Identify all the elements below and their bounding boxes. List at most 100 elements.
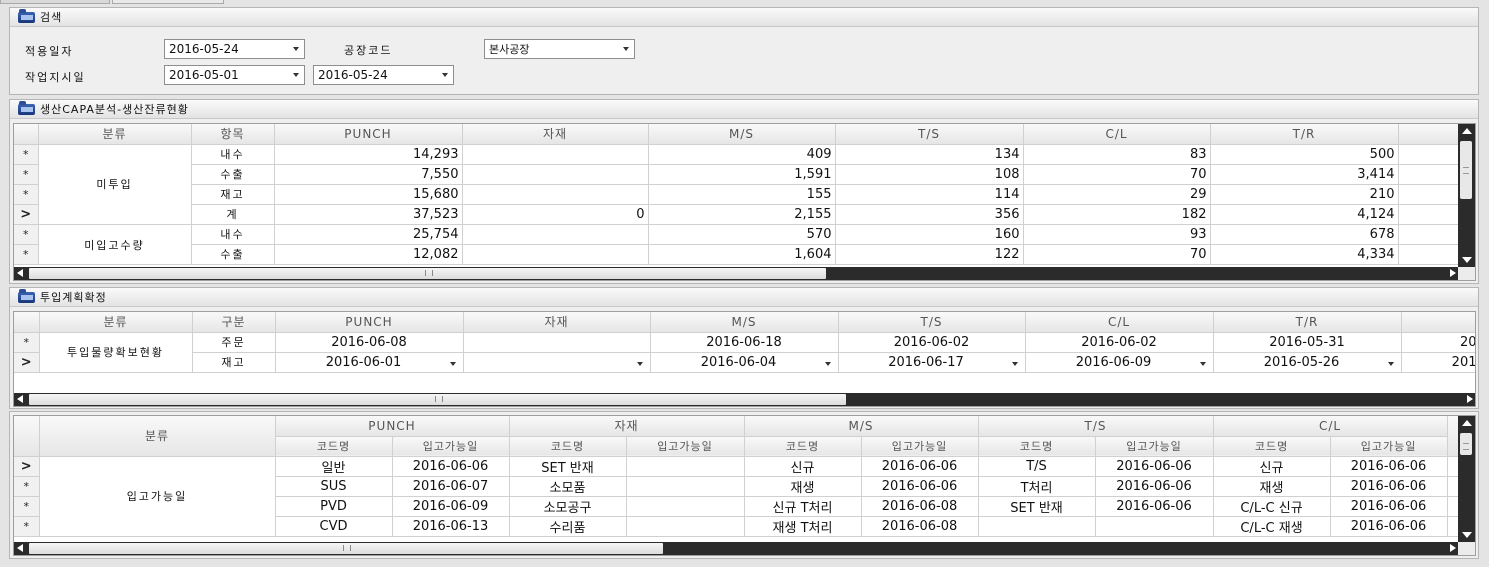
col-header-class[interactable]: 분류 bbox=[39, 312, 193, 333]
col-header-ts[interactable]: T/S bbox=[835, 124, 1024, 145]
chevron-down-icon[interactable] bbox=[824, 361, 831, 366]
col-header-type[interactable]: 구분 bbox=[192, 312, 276, 333]
chevron-down-icon[interactable] bbox=[623, 47, 629, 51]
scroll-down-icon[interactable] bbox=[1462, 257, 1472, 263]
scroll-right-icon[interactable] bbox=[1467, 395, 1473, 403]
chevron-down-icon[interactable] bbox=[293, 73, 299, 77]
col-header-ms[interactable]: M/S bbox=[648, 124, 836, 145]
cl-date-combo[interactable]: 2016-06-09 bbox=[1025, 352, 1214, 373]
scroll-up-icon[interactable] bbox=[1462, 128, 1472, 134]
tab-active[interactable] bbox=[0, 0, 110, 4]
ts-date-combo[interactable]: 2016-06-17 bbox=[838, 352, 1026, 373]
col-header-code[interactable]: 코드명 bbox=[275, 436, 393, 457]
scroll-left-icon[interactable] bbox=[17, 269, 23, 277]
col-header-class[interactable]: 분류 bbox=[39, 416, 276, 457]
capa-vertical-scrollbar[interactable] bbox=[1458, 124, 1475, 267]
row-selector[interactable]: * bbox=[14, 476, 40, 497]
col-header-date[interactable]: 입고가능일 bbox=[392, 436, 510, 457]
extra-date-cell[interactable]: 201 bbox=[1401, 352, 1475, 373]
table-row[interactable]: * 미투입 내수 14,293 409 134 83 500 bbox=[14, 144, 1461, 225]
material-date-combo[interactable] bbox=[463, 352, 651, 373]
row-selector[interactable]: * bbox=[14, 332, 40, 353]
horizontal-scroll-thumb[interactable] bbox=[29, 394, 846, 405]
col-header-class[interactable]: 분류 bbox=[38, 124, 192, 145]
vertical-scroll-thumb[interactable] bbox=[1460, 141, 1472, 199]
table-row[interactable]: * 수출 7,550 1,591 108 70 3,414 bbox=[14, 164, 1461, 185]
tab-inactive[interactable] bbox=[112, 0, 224, 4]
col-group-punch[interactable]: PUNCH bbox=[275, 416, 510, 437]
chevron-down-icon[interactable] bbox=[449, 361, 456, 366]
plan-horizontal-scrollbar[interactable] bbox=[14, 393, 1475, 406]
material-date-cell[interactable] bbox=[463, 332, 651, 353]
table-row[interactable]: * 수출 12,082 1,604 122 70 4,334 bbox=[14, 244, 1461, 265]
chevron-down-icon[interactable] bbox=[293, 47, 299, 51]
table-row[interactable]: > 입고가능일 일반 2016-06-06 SET 반재 신규 2016-06-… bbox=[14, 456, 1461, 537]
scroll-left-icon[interactable] bbox=[17, 395, 23, 403]
work-date-from-combo[interactable]: 2016-05-01 bbox=[164, 65, 305, 85]
row-selector[interactable]: * bbox=[14, 516, 40, 537]
col-group-material[interactable]: 자재 bbox=[509, 416, 745, 437]
row-selector[interactable]: * bbox=[14, 164, 39, 185]
ms-date-combo[interactable]: 2016-06-04 bbox=[650, 352, 839, 373]
col-header-cl[interactable]: C/L bbox=[1025, 312, 1214, 333]
row-selector-current[interactable]: > bbox=[14, 456, 40, 477]
chevron-down-icon[interactable] bbox=[442, 73, 448, 77]
col-header-date[interactable]: 입고가능일 bbox=[1095, 436, 1214, 457]
table-row[interactable]: > 계 37,523 0 2,155 356 182 4,124 bbox=[14, 204, 1461, 225]
extra-date-cell[interactable]: 20 bbox=[1401, 332, 1475, 353]
plant-code-combo[interactable]: 본사공장 bbox=[484, 39, 635, 59]
col-header-tr[interactable]: T/R bbox=[1210, 124, 1399, 145]
scroll-right-icon[interactable] bbox=[1450, 544, 1456, 552]
table-row[interactable]: * 투입물량확보현황 주문 2016-06-08 2016-06-18 2016… bbox=[14, 332, 1475, 373]
work-date-to-combo[interactable]: 2016-05-24 bbox=[313, 65, 454, 85]
row-selector[interactable]: * bbox=[14, 496, 40, 517]
col-header-code[interactable]: 코드명 bbox=[509, 436, 627, 457]
ms-date-cell[interactable]: 2016-06-18 bbox=[650, 332, 839, 353]
row-selector-current[interactable]: > bbox=[14, 352, 40, 373]
punch-date-cell[interactable]: 2016-06-08 bbox=[275, 332, 464, 353]
ts-date-cell[interactable]: 2016-06-02 bbox=[838, 332, 1026, 353]
tr-date-cell[interactable]: 2016-05-31 bbox=[1213, 332, 1402, 353]
col-header-item[interactable]: 항목 bbox=[191, 124, 275, 145]
table-row[interactable]: > 재고 2016-06-01 2016-06-04 2016-06-17 20… bbox=[14, 352, 1475, 373]
chevron-down-icon[interactable] bbox=[1387, 361, 1394, 366]
col-group-cl[interactable]: C/L bbox=[1213, 416, 1448, 437]
row-selector[interactable]: * bbox=[14, 244, 39, 265]
col-header-ts[interactable]: T/S bbox=[838, 312, 1026, 333]
col-header-code[interactable]: 코드명 bbox=[978, 436, 1096, 457]
row-selector[interactable]: * bbox=[14, 184, 39, 205]
availability-vertical-scrollbar[interactable] bbox=[1458, 416, 1475, 542]
row-selector-current[interactable]: > bbox=[14, 204, 39, 225]
col-group-ms[interactable]: M/S bbox=[744, 416, 979, 437]
chevron-down-icon[interactable] bbox=[636, 361, 643, 366]
apply-date-combo[interactable]: 2016-05-24 bbox=[164, 39, 305, 59]
col-header-punch[interactable]: PUNCH bbox=[274, 124, 463, 145]
col-header-cl[interactable]: C/L bbox=[1023, 124, 1211, 145]
cl-date-cell[interactable]: 2016-06-02 bbox=[1025, 332, 1214, 353]
col-header-date[interactable]: 입고가능일 bbox=[861, 436, 979, 457]
col-header-material[interactable]: 자재 bbox=[463, 312, 651, 333]
chevron-down-icon[interactable] bbox=[1199, 361, 1206, 366]
vertical-scroll-thumb[interactable] bbox=[1460, 433, 1472, 455]
horizontal-scroll-thumb[interactable] bbox=[29, 543, 663, 554]
col-header-ms[interactable]: M/S bbox=[650, 312, 839, 333]
col-header-material[interactable]: 자재 bbox=[462, 124, 649, 145]
col-header-code[interactable]: 코드명 bbox=[744, 436, 862, 457]
scroll-right-icon[interactable] bbox=[1450, 269, 1456, 277]
tr-date-combo[interactable]: 2016-05-26 bbox=[1213, 352, 1402, 373]
col-header-punch[interactable]: PUNCH bbox=[275, 312, 464, 333]
availability-horizontal-scrollbar[interactable] bbox=[14, 542, 1460, 555]
capa-horizontal-scrollbar[interactable] bbox=[14, 267, 1460, 280]
scroll-up-icon[interactable] bbox=[1462, 420, 1472, 426]
col-group-ts[interactable]: T/S bbox=[978, 416, 1214, 437]
col-header-code[interactable]: 코드명 bbox=[1213, 436, 1331, 457]
horizontal-scroll-thumb[interactable] bbox=[29, 268, 826, 279]
row-selector[interactable]: * bbox=[14, 144, 39, 165]
table-row[interactable]: * 재고 15,680 155 114 29 210 bbox=[14, 184, 1461, 205]
punch-date-combo[interactable]: 2016-06-01 bbox=[275, 352, 464, 373]
table-row[interactable]: * 미입고수량 내수 25,754 570 160 93 678 bbox=[14, 224, 1461, 265]
col-header-date[interactable]: 입고가능일 bbox=[626, 436, 745, 457]
col-header-date[interactable]: 입고가능일 bbox=[1330, 436, 1448, 457]
scroll-down-icon[interactable] bbox=[1462, 532, 1472, 538]
chevron-down-icon[interactable] bbox=[1011, 361, 1018, 366]
